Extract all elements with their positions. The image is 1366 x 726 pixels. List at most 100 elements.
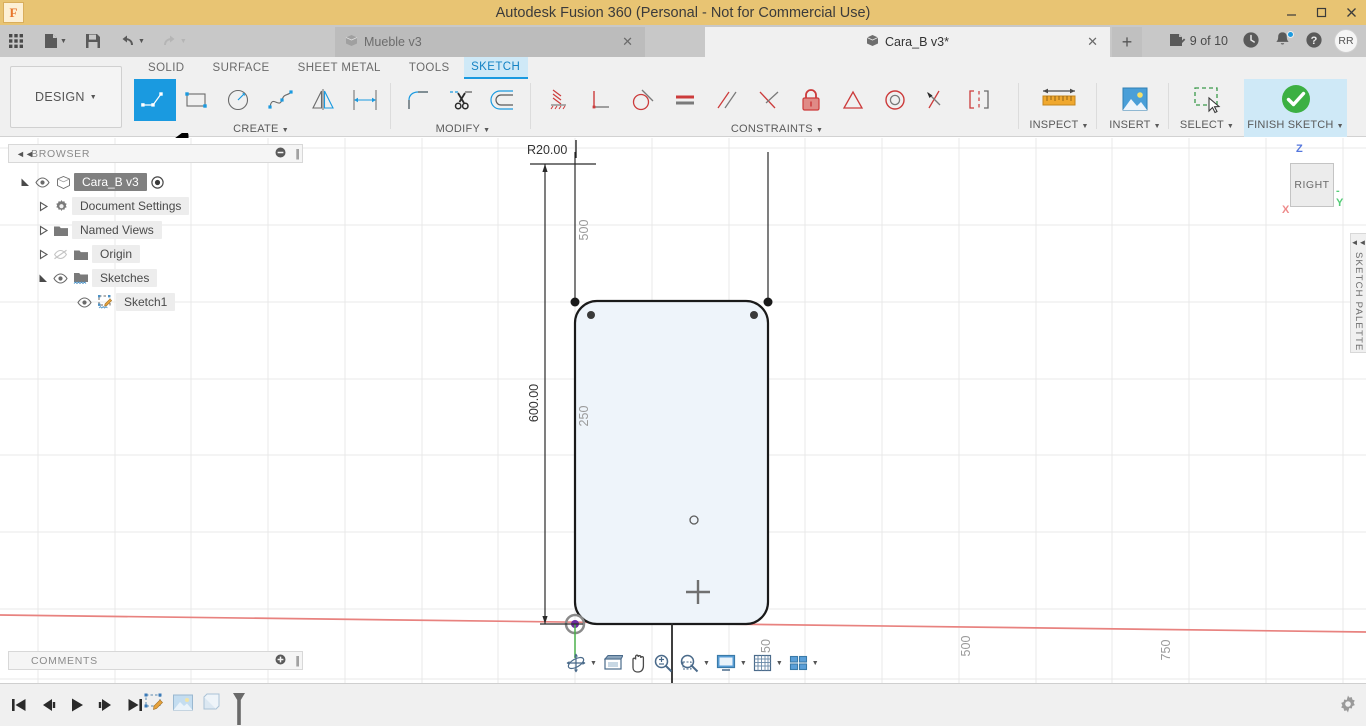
tab-surface[interactable]: SURFACE [199,57,284,79]
chevron-down-icon[interactable]: ▼ [180,38,187,45]
close-icon[interactable]: ✕ [1087,34,1098,50]
visibility-eye-hidden-icon[interactable] [50,249,70,260]
look-at-tool[interactable] [600,650,626,676]
new-document-icon[interactable]: ▼ [30,25,73,57]
step-back-button[interactable] [37,694,59,716]
constraint-perpendicular-icon[interactable] [580,79,622,121]
browser-item-document-settings[interactable]: Document Settings [0,194,300,218]
panel-label-constraints[interactable]: CONSTRAINTS ▼ [538,123,1016,135]
chevron-down-icon[interactable]: ▼ [776,660,783,667]
minimize-icon[interactable] [1276,0,1306,25]
view-cube[interactable]: RIGHT Z X -Y [1282,143,1343,216]
expander-collapsed-icon[interactable] [36,225,50,236]
timeline-feature-body[interactable] [199,692,223,717]
notifications-button[interactable] [1267,25,1298,57]
chevron-down-icon[interactable]: ▼ [60,38,67,45]
sketch-trim-tool[interactable] [440,79,482,121]
timeline-feature-sketch[interactable] [143,692,167,717]
visibility-eye-icon[interactable] [74,296,94,308]
help-button[interactable]: ? [1298,25,1330,57]
timeline-marker[interactable] [231,692,247,726]
browser-item-origin[interactable]: Origin [0,242,300,266]
panel-label-create[interactable]: CREATE ▼ [134,123,388,135]
jobs-status-button[interactable]: 9 of 10 [1162,25,1235,57]
panel-select[interactable]: SELECT ▼ [1170,79,1244,137]
sketch-offset-tool[interactable] [482,79,524,121]
tab-tools[interactable]: TOOLS [395,57,464,79]
collapse-left-icon[interactable]: ◄◄ [16,149,34,159]
play-button[interactable] [66,694,88,716]
expander-expanded-icon[interactable] [18,177,32,188]
constraint-coincident-icon[interactable] [538,79,580,121]
constraint-midpoint-icon[interactable] [748,79,790,121]
visibility-eye-icon[interactable] [32,176,52,188]
app-grid-icon[interactable] [0,25,30,57]
expander-collapsed-icon[interactable] [36,249,50,260]
maximize-icon[interactable] [1306,0,1336,25]
save-icon[interactable] [73,25,107,57]
constraint-tangent-icon[interactable] [622,79,664,121]
sketch-palette-tab[interactable]: ◄◄ SKETCH PALETTE [1350,233,1366,353]
sketch-fillet-tool[interactable] [398,79,440,121]
orbit-tool[interactable] [563,650,589,676]
chevron-down-icon[interactable]: ▼ [812,660,819,667]
constraint-symmetry-icon[interactable] [916,79,958,121]
expander-collapsed-icon[interactable] [36,201,50,212]
resize-grip-icon[interactable]: ||| [295,148,299,160]
chevron-down-icon[interactable]: ▼ [740,660,747,667]
browser-item-cara-b[interactable]: Cara_B v3 [0,170,300,194]
constraint-fix-unfix-icon[interactable] [790,79,832,121]
sketch-mirror-tool[interactable] [302,79,344,121]
pan-tool[interactable] [626,650,650,676]
chevron-down-icon[interactable]: ▼ [138,38,145,45]
tab-sketch[interactable]: SKETCH [463,57,528,79]
panel-insert[interactable]: INSERT ▼ [1098,79,1172,137]
gear-icon[interactable] [1338,694,1358,717]
visibility-eye-icon[interactable] [50,272,70,284]
new-tab-button[interactable]: + [1112,27,1142,57]
collapse-left-icon[interactable]: ◄◄ [1351,238,1366,247]
sketch-line-tool[interactable] [134,79,176,121]
sketch-spline-tool[interactable] [260,79,302,121]
document-tab-cara-b[interactable]: Cara_B v3* ✕ [705,27,1110,57]
tab-sheet-metal[interactable]: SHEET METAL [284,57,395,79]
panel-label-modify[interactable]: MODIFY ▼ [398,123,528,135]
expander-expanded-icon[interactable] [36,273,50,284]
view-cube-face[interactable]: RIGHT [1290,163,1334,207]
undo-icon[interactable]: ▼ [107,25,151,57]
grid-snaps-tool[interactable] [750,650,775,676]
sketch-rectangle-tool[interactable] [176,79,218,121]
document-tab-mueble[interactable]: Mueble v3 ✕ [335,27,645,57]
workspace-selector-design[interactable]: DESIGN ▼ [10,66,122,128]
chevron-down-icon[interactable]: ▼ [703,660,710,667]
constraint-curvature-icon[interactable] [958,79,1000,121]
close-icon[interactable]: ✕ [622,34,633,50]
resize-grip-icon[interactable]: ||| [295,655,299,667]
constraint-concentric-icon[interactable] [874,79,916,121]
minus-circle-icon[interactable] [275,147,286,161]
go-to-beginning-button[interactable] [8,694,30,716]
browser-item-sketches[interactable]: Sketches [0,266,300,290]
avatar[interactable]: RR [1334,29,1358,53]
tab-solid[interactable]: SOLID [134,57,199,79]
plus-circle-icon[interactable] [275,654,286,668]
zoom-tool[interactable] [650,650,676,676]
step-forward-button[interactable] [95,694,117,716]
panel-finish-sketch[interactable]: FINISH SKETCH ▼ [1244,79,1347,137]
history-button[interactable] [1235,25,1267,57]
component-activate-radio[interactable] [149,175,167,189]
constraint-equal-icon[interactable] [664,79,706,121]
close-icon[interactable] [1336,0,1366,25]
constraint-parallel-icon[interactable] [706,79,748,121]
sketch-dimension-tool[interactable] [344,79,386,121]
display-settings-tool[interactable] [713,650,739,676]
browser-item-named-views[interactable]: Named Views [0,218,300,242]
redo-icon[interactable]: ▼ [151,25,193,57]
sketch-circle-tool[interactable] [218,79,260,121]
chevron-down-icon[interactable]: ▼ [590,660,597,667]
panel-inspect[interactable]: INSPECT ▼ [1022,79,1096,137]
browser-item-sketch1[interactable]: Sketch1 [0,290,300,314]
zoom-window-tool[interactable] [676,650,702,676]
viewports-tool[interactable] [786,650,811,676]
constraint-collinear-icon[interactable] [832,79,874,121]
